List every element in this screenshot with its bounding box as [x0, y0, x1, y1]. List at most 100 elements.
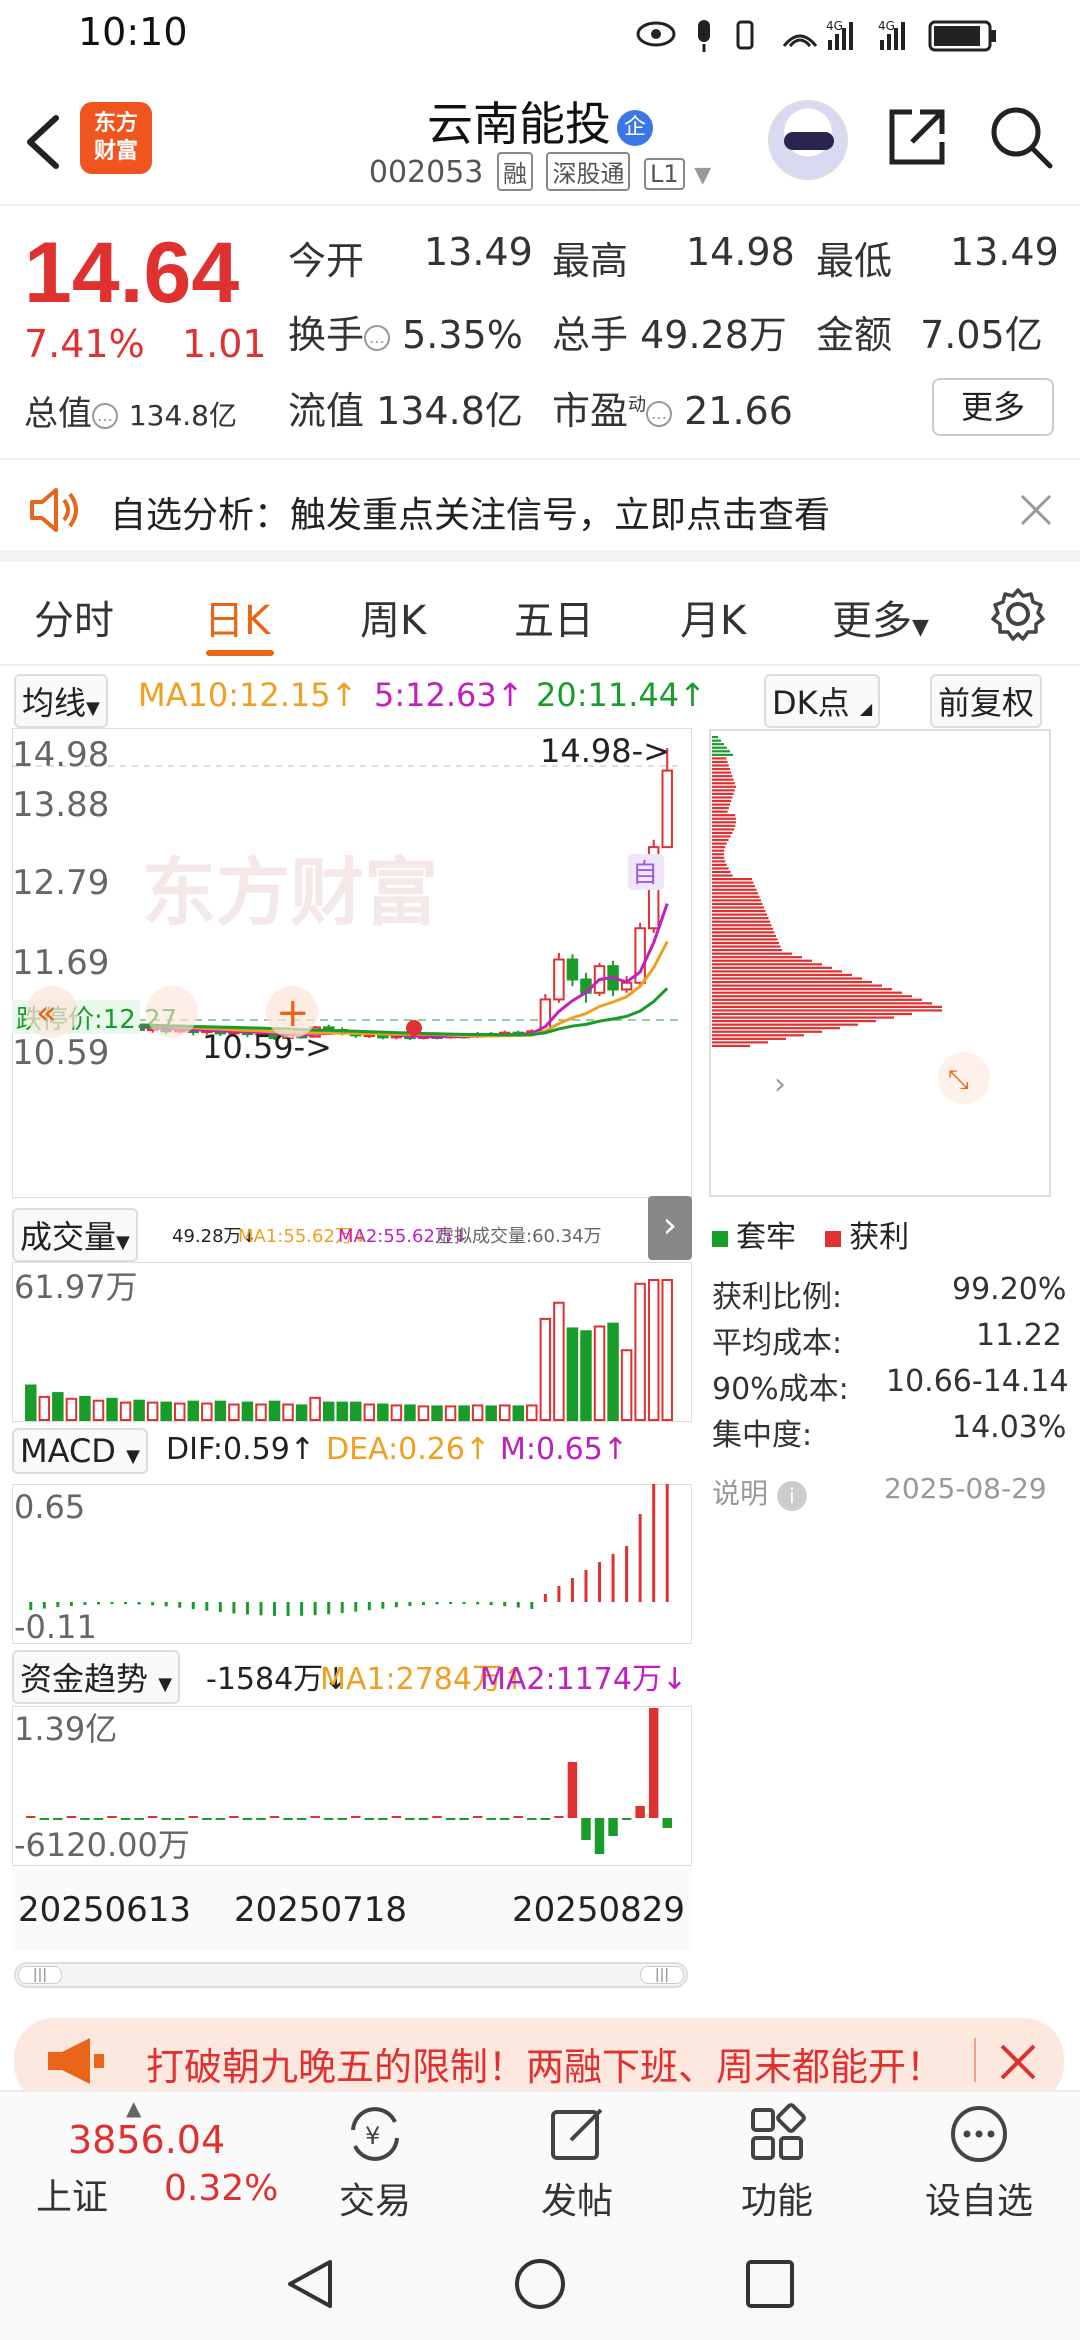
macd-m: M:0.65↑ — [500, 1432, 628, 1467]
chevron-down-icon[interactable]: ▼ — [694, 163, 711, 188]
macd-chart[interactable]: 0.65 -0.11 — [12, 1484, 692, 1644]
tab-five-day[interactable]: 五日 — [514, 588, 594, 646]
fund-bar — [26, 1816, 36, 1818]
recents-square-icon[interactable] — [742, 2256, 798, 2312]
tab-more[interactable]: 更多▼ — [832, 588, 929, 646]
chip-bar — [712, 970, 842, 973]
nav-post[interactable]: 发帖 — [502, 2102, 652, 2224]
chip-bar — [712, 775, 733, 778]
volume-selector[interactable]: 成交量▼ — [12, 1208, 138, 1262]
fund-chart[interactable]: 1.39亿 -6120.00万 — [12, 1706, 692, 1866]
macd-selector[interactable]: MACD ▼ — [12, 1428, 148, 1474]
chip-bar — [712, 991, 902, 994]
scroller-left-handle[interactable]: ||| — [18, 1966, 62, 1984]
nav-function[interactable]: 功能 — [702, 2102, 852, 2224]
back-triangle-icon[interactable] — [282, 2256, 338, 2312]
chip-bar — [712, 785, 736, 788]
tab-intraday[interactable]: 分时 — [34, 588, 114, 646]
chip-bar — [712, 771, 732, 774]
chip-bar — [712, 1016, 894, 1019]
info-icon[interactable]: … — [92, 402, 118, 429]
volume-bar — [38, 1395, 51, 1421]
fund-bar — [283, 1818, 293, 1820]
nav-add-watchlist[interactable]: 设自选 — [904, 2102, 1054, 2224]
volume-bar — [255, 1403, 267, 1421]
fund-bar — [432, 1816, 442, 1818]
volume-field: 总手 49.28万 — [552, 304, 787, 359]
volume-chart[interactable]: 61.97万 — [12, 1262, 692, 1422]
volume-bar — [309, 1396, 321, 1422]
share-icon[interactable] — [882, 102, 952, 172]
macd-row: MACD ▼ DIF:0.59↑ DEA:0.26↑ M:0.65↑ — [12, 1428, 692, 1480]
volume-bar — [350, 1401, 362, 1422]
info-icon[interactable]: … — [646, 400, 673, 427]
volume-bar — [553, 1301, 565, 1421]
robot-avatar[interactable] — [768, 100, 848, 180]
scroller-right-handle[interactable]: ||| — [640, 1966, 684, 1984]
info-icon[interactable]: i — [776, 1481, 807, 1511]
chip-date: 2025-08-29 — [884, 1472, 1047, 1505]
ma10-value: MA10:12.15↑ — [138, 676, 358, 714]
turnover-label: 换手 — [288, 313, 365, 357]
ma-selector[interactable]: 均线▼ — [14, 674, 108, 728]
double-left-icon: « — [36, 993, 57, 1033]
volume-bar — [485, 1405, 497, 1421]
cost90-value: 10.66-14.14 — [886, 1364, 1069, 1399]
expand-panel-button[interactable]: › — [648, 1196, 692, 1260]
low-label: 最低 — [816, 239, 893, 283]
analysis-notice[interactable]: 自选分析：触发重点关注信号，立即点击查看 — [0, 462, 1080, 562]
volume-bar — [634, 1282, 646, 1421]
ma20-value: 20:11.44↑ — [536, 676, 706, 714]
pe-sup: 动 — [628, 394, 647, 416]
fund-bar — [202, 1818, 212, 1820]
dk-point-toggle[interactable]: DK点 ◢ — [764, 674, 881, 728]
gear-icon[interactable] — [990, 586, 1046, 642]
search-icon[interactable] — [986, 102, 1056, 172]
tab-weekly-k[interactable]: 周K — [360, 588, 426, 646]
close-icon[interactable] — [998, 2042, 1038, 2082]
fund-bar — [499, 1818, 510, 1820]
legend-trapped: 套牢 — [736, 1220, 796, 1255]
tag-level: L1 — [644, 158, 685, 190]
chip-note[interactable]: 说明 i — [712, 1472, 807, 1512]
tab-daily-k[interactable]: 日K — [204, 588, 270, 646]
fund-ma2: MA2:1174万↓ — [480, 1662, 688, 1697]
legend-profit: 获利 — [849, 1220, 910, 1255]
fund-bar — [120, 1818, 131, 1820]
chart-tabs: 分时 日K 周K 五日 月K 更多▼ — [0, 574, 1080, 666]
ma-indicator-row: 均线▼ MA10:12.15↑ 5:12.63↑ 20:11.44↑ DK点 ◢… — [0, 672, 1080, 728]
info-icon[interactable]: … — [364, 324, 391, 351]
fund-selector[interactable]: 资金趋势 ▼ — [12, 1650, 181, 1704]
chip-bar — [712, 878, 752, 881]
home-circle-icon[interactable] — [512, 2256, 568, 2312]
macd-y-bottom: -0.11 — [14, 1608, 97, 1644]
volume-bar — [268, 1400, 281, 1421]
more-button[interactable]: 更多 — [932, 378, 1054, 436]
range-scroller[interactable]: ||| ||| — [14, 1962, 688, 1988]
bottom-nav: ▲ 3856.04 上证 0.32% ¥ 交易 发帖 功能 设自选 — [0, 2090, 1080, 2226]
chevron-right-icon: › — [774, 1067, 786, 1102]
svg-text:¥: ¥ — [365, 2122, 380, 2150]
index-ticker[interactable]: ▲ 3856.04 上证 0.32% — [0, 2092, 280, 2228]
close-icon[interactable] — [1018, 492, 1054, 528]
volume-bar — [512, 1405, 525, 1421]
chip-bar — [712, 888, 757, 891]
volume-bar — [363, 1403, 376, 1421]
float-value: 134.8亿 — [376, 389, 523, 433]
amount-value: 7.05亿 — [920, 313, 1043, 357]
adjust-selector[interactable]: 前复权 — [930, 674, 1043, 728]
nav-trade[interactable]: ¥ 交易 — [300, 2102, 450, 2224]
tab-monthly-k[interactable]: 月K — [680, 588, 746, 646]
fund-bar — [80, 1818, 90, 1820]
chip-bar — [712, 885, 755, 888]
chip-bar — [712, 856, 725, 859]
chip-bar — [712, 782, 735, 785]
kline-chart[interactable]: 14.98 13.88 12.79 11.69 10.59 14.98-> 10… — [12, 728, 692, 1198]
chip-distribution-chart[interactable]: › ⤡ — [708, 728, 1052, 1198]
volume-bar — [471, 1404, 484, 1421]
volume-bar — [647, 1279, 660, 1421]
tag-margin: 融 — [496, 152, 533, 191]
fund-bar — [107, 1816, 117, 1818]
x-axis: 20250613 20250718 20250829 — [12, 1870, 692, 1950]
status-time: 10:10 — [78, 10, 188, 54]
